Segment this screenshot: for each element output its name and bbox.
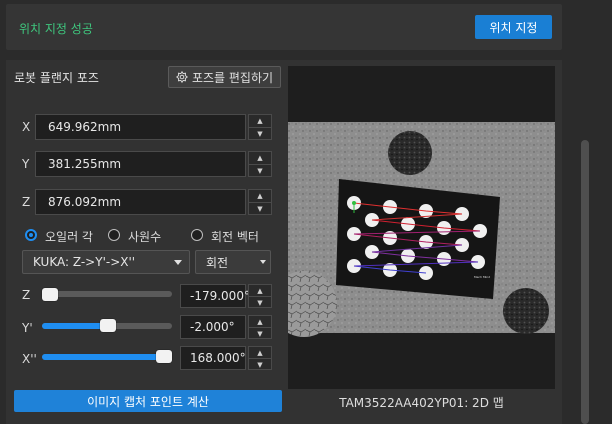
triangle-up-icon[interactable]: ▲	[249, 285, 271, 297]
angle-y-input[interactable]: -2.000°	[180, 315, 246, 339]
calculate-capture-points-button[interactable]: 이미지 캡처 포인트 계산	[14, 390, 282, 412]
triangle-down-icon[interactable]: ▼	[249, 328, 271, 339]
z-label: Z	[22, 195, 31, 209]
euler-convention-select[interactable]: KUKA: Z->Y'->X''	[22, 250, 190, 274]
triangle-down-icon[interactable]: ▼	[249, 128, 271, 140]
triangle-up-icon[interactable]: ▲	[249, 190, 271, 203]
calibration-board: Mech Mind	[336, 179, 500, 299]
chevron-down-icon	[260, 260, 266, 264]
y-spinner[interactable]: ▲ ▼	[248, 151, 272, 177]
y-input[interactable]: 381.255mm	[35, 151, 246, 177]
triangle-up-icon[interactable]: ▲	[249, 152, 271, 165]
image-preview-frame: Mech Mind	[288, 66, 555, 389]
angle-x-slider-handle[interactable]	[156, 350, 172, 363]
y-label: Y	[22, 157, 30, 171]
angle-x-slider-track[interactable]	[42, 354, 172, 360]
scrollbar-thumb[interactable]	[581, 140, 589, 424]
edit-pose-button[interactable]: 포즈를 편집하기	[168, 66, 281, 88]
triangle-up-icon[interactable]: ▲	[249, 316, 271, 328]
radio-quaternion-label: 사원수	[128, 230, 162, 244]
angle-z-spinner[interactable]: ▲ ▼	[248, 284, 272, 308]
z-spinner[interactable]: ▲ ▼	[248, 189, 272, 215]
triangle-down-icon[interactable]: ▼	[249, 203, 271, 215]
radio-rotation-vector[interactable]	[191, 229, 203, 241]
pose-title: 로봇 플랜지 포즈	[14, 71, 99, 85]
angle-x-input[interactable]: 168.000°	[180, 346, 246, 370]
radio-rotation-vector-label: 회전 벡터	[211, 230, 259, 244]
triangle-down-icon[interactable]: ▼	[249, 165, 271, 177]
status-text: 위치 지정 성공	[19, 22, 93, 36]
locate-button[interactable]: 위치 지정	[475, 15, 552, 39]
angle-x-spinner[interactable]: ▲ ▼	[248, 346, 272, 370]
image-caption: TAM3522AA402YP01: 2D 맵	[339, 396, 504, 410]
stone-top	[388, 131, 432, 175]
angle-x-label: X''	[22, 352, 37, 366]
board-label: Mech Mind	[474, 275, 490, 279]
z-input[interactable]: 876.092mm	[35, 189, 246, 215]
radio-quaternion[interactable]	[108, 229, 120, 241]
angle-x-slider-fill	[42, 354, 166, 360]
radio-euler[interactable]	[25, 229, 37, 241]
triangle-up-icon[interactable]: ▲	[249, 115, 271, 128]
rotation-unit-value: 회전	[206, 255, 229, 270]
x-input[interactable]: 649.962mm	[35, 114, 246, 140]
chevron-down-icon	[174, 260, 182, 265]
angle-y-label: Y'	[22, 321, 33, 335]
calibration-image: Mech Mind	[288, 122, 555, 337]
triangle-down-icon[interactable]: ▼	[249, 297, 271, 308]
angle-y-slider-fill	[42, 323, 108, 329]
angle-y-spinner[interactable]: ▲ ▼	[248, 315, 272, 339]
edit-pose-label: 포즈를 편집하기	[191, 70, 274, 85]
angle-y-slider-handle[interactable]	[100, 319, 116, 332]
stone-right	[503, 288, 549, 334]
triangle-down-icon[interactable]: ▼	[249, 359, 271, 370]
angle-z-slider-track[interactable]	[42, 291, 172, 297]
euler-convention-value: KUKA: Z->Y'->X''	[33, 255, 136, 269]
x-label: X	[22, 120, 31, 134]
angle-z-slider-handle[interactable]	[42, 288, 58, 301]
angle-z-label: Z	[22, 288, 31, 302]
x-spinner[interactable]: ▲ ▼	[248, 114, 272, 140]
radio-euler-label: 오일러 각	[45, 230, 93, 244]
gear-icon	[175, 71, 188, 83]
angle-z-input[interactable]: -179.000°	[180, 284, 250, 308]
triangle-up-icon[interactable]: ▲	[249, 347, 271, 359]
